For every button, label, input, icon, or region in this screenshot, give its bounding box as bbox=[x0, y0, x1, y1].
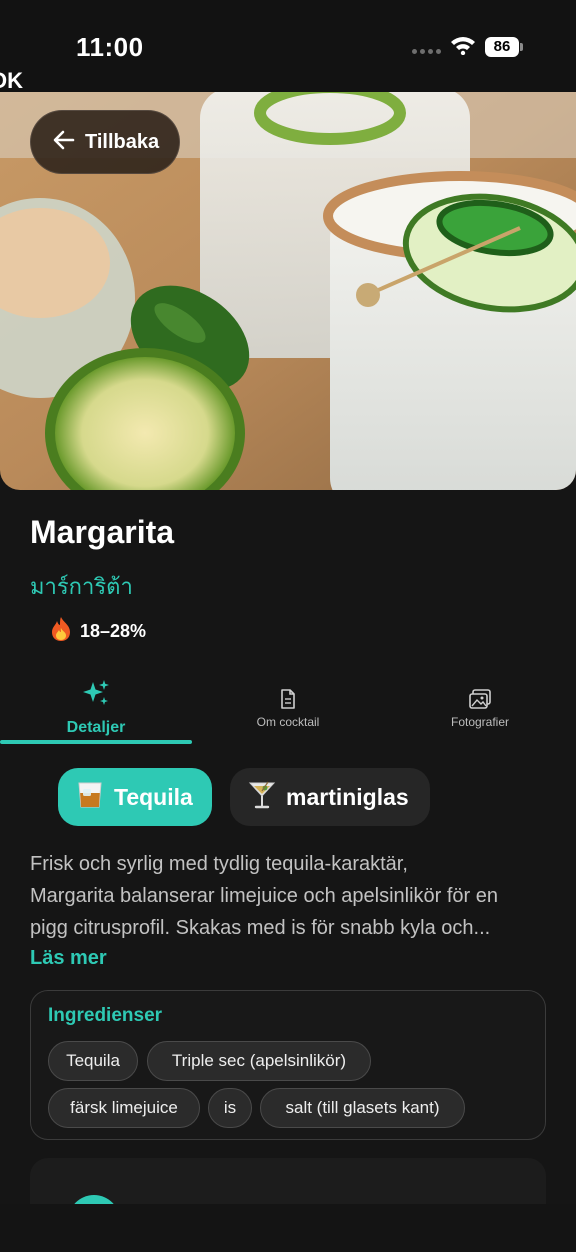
tab-details[interactable]: Detaljer bbox=[0, 670, 192, 746]
read-more-link[interactable]: Läs mer bbox=[30, 947, 107, 970]
tab-about-cocktail[interactable]: Om cocktail bbox=[192, 670, 384, 746]
description-line: Margarita balanserar limejuice och apels… bbox=[30, 885, 498, 907]
abv-row: 18–28% bbox=[50, 616, 146, 647]
ingredient-pill[interactable]: is bbox=[208, 1088, 252, 1128]
description-line: pigg citrusprofil. Skakas med is för sna… bbox=[30, 917, 491, 939]
arrow-left-icon bbox=[53, 130, 75, 155]
wifi-icon bbox=[450, 35, 476, 60]
cellular-signal-icon bbox=[412, 49, 441, 54]
tab-about-cocktail-label: Om cocktail bbox=[256, 715, 320, 729]
back-button[interactable]: Tillbaka bbox=[30, 110, 180, 174]
tab-bar: Detaljer Om cocktail Fotografier bbox=[0, 670, 576, 746]
glass-chip[interactable]: martiniglas bbox=[230, 768, 430, 826]
back-button-label: Tillbaka bbox=[85, 130, 160, 153]
ingredients-card: Ingredienser Tequila Triple sec (apelsin… bbox=[30, 990, 546, 1140]
cocktail-glass-icon bbox=[248, 780, 276, 815]
ingredient-pill[interactable]: salt (till glasets kant) bbox=[260, 1088, 465, 1128]
description-line: Frisk och syrlig med tydlig tequila-kara… bbox=[30, 853, 408, 875]
spirit-chip-label: Tequila bbox=[114, 783, 193, 810]
active-tab-indicator bbox=[0, 740, 192, 744]
battery-indicator: 86 bbox=[485, 37, 519, 57]
drink-title: Margarita bbox=[30, 514, 175, 550]
battery-cap bbox=[520, 43, 523, 51]
ingredients-title: Ingredienser bbox=[48, 1005, 163, 1026]
document-icon bbox=[280, 689, 296, 714]
photos-icon bbox=[469, 689, 491, 714]
spirit-chip[interactable]: Tequila bbox=[58, 768, 212, 826]
drink-local-name: มาร์การิต้า bbox=[30, 575, 133, 600]
tab-photos[interactable]: Fotografier bbox=[384, 670, 576, 746]
ingredient-pill[interactable]: Triple sec (apelsinlikör) bbox=[147, 1041, 371, 1081]
abv-value: 18–28% bbox=[80, 621, 147, 641]
fire-icon bbox=[50, 616, 72, 647]
status-time: 11:00 bbox=[76, 32, 144, 62]
tab-photos-label: Fotografier bbox=[450, 715, 510, 729]
description: Frisk och syrlig med tydlig tequila-kara… bbox=[30, 848, 550, 944]
glass-chip-label: martiniglas bbox=[286, 783, 409, 810]
ingredient-pill[interactable]: Tequila bbox=[48, 1041, 138, 1081]
back-to-app-label[interactable]: OK bbox=[0, 68, 23, 94]
ingredient-pill[interactable]: färsk limejuice bbox=[48, 1088, 200, 1128]
tumbler-glass-icon bbox=[76, 780, 104, 815]
bottom-edge bbox=[0, 1204, 576, 1252]
tab-details-label: Detaljer bbox=[66, 719, 126, 736]
sparkles-icon bbox=[81, 678, 111, 713]
